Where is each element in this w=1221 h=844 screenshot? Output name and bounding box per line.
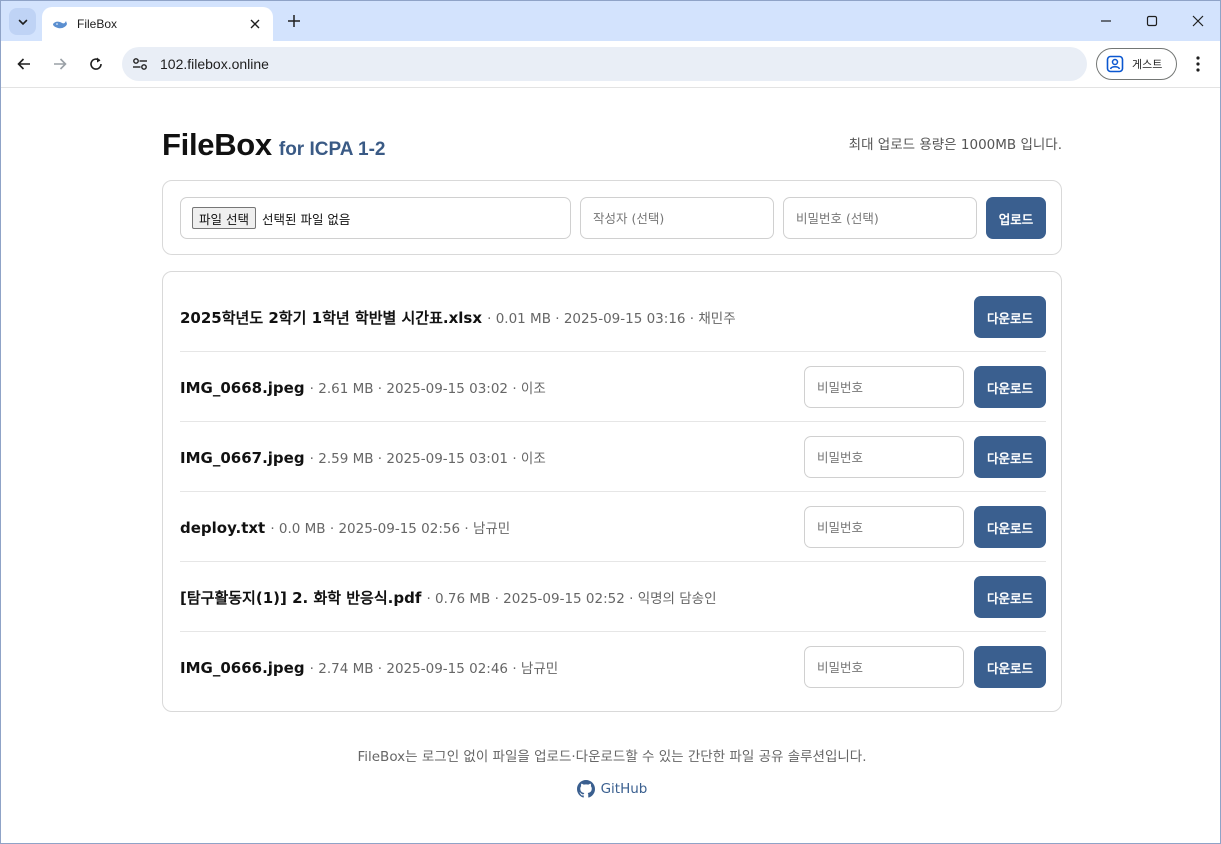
- file-meta: · 0.01 MB · 2025-09-15 03:16 · 채민주: [487, 311, 736, 327]
- file-info: [탐구활동지(1)] 2. 화학 반응식.pdf · 0.76 MB · 202…: [180, 587, 717, 608]
- browser-toolbar: 102.filebox.online 게스트: [1, 41, 1220, 88]
- download-button[interactable]: 다운로드: [974, 646, 1046, 688]
- github-label: GitHub: [600, 781, 648, 797]
- new-tab-icon[interactable]: [283, 10, 305, 32]
- file-password-input[interactable]: [804, 506, 964, 548]
- brand: FileBox for ICPA 1-2: [162, 127, 386, 163]
- download-button[interactable]: 다운로드: [974, 436, 1046, 478]
- upload-password-input[interactable]: [783, 197, 977, 239]
- browser-window: FileBox 102.filebox.online 게스트 FileBox f…: [0, 0, 1221, 844]
- title-bar: FileBox: [1, 1, 1220, 41]
- tab-search-button[interactable]: [9, 8, 36, 35]
- quota-notice: 최대 업로드 용량은 1000MB 입니다.: [848, 137, 1062, 153]
- file-password-input[interactable]: [804, 366, 964, 408]
- file-name: deploy.txt: [180, 519, 266, 537]
- file-row: deploy.txt · 0.0 MB · 2025-09-15 02:56 ·…: [180, 492, 1046, 562]
- file-name: [탐구활동지(1)] 2. 화학 반응식.pdf: [180, 589, 422, 607]
- file-info: IMG_0667.jpeg · 2.59 MB · 2025-09-15 03:…: [180, 447, 546, 467]
- file-name: IMG_0666.jpeg: [180, 659, 305, 677]
- file-picker[interactable]: 파일 선택 선택된 파일 없음: [180, 197, 571, 239]
- reload-icon[interactable]: [81, 49, 111, 79]
- file-row: [탐구활동지(1)] 2. 화학 반응식.pdf · 0.76 MB · 202…: [180, 562, 1046, 632]
- file-meta: · 0.0 MB · 2025-09-15 02:56 · 남규민: [270, 521, 511, 537]
- page-header: FileBox for ICPA 1-2 최대 업로드 용량은 1000MB 입…: [162, 127, 1062, 167]
- site-settings-icon[interactable]: [125, 50, 155, 78]
- minimize-icon[interactable]: [1083, 1, 1129, 41]
- address-bar[interactable]: 102.filebox.online: [122, 47, 1087, 81]
- download-button[interactable]: 다운로드: [974, 576, 1046, 618]
- file-password-input[interactable]: [804, 646, 964, 688]
- choose-file-button[interactable]: 파일 선택: [192, 207, 256, 229]
- download-button[interactable]: 다운로드: [974, 506, 1046, 548]
- guest-profile-icon: [1106, 55, 1124, 73]
- file-meta: · 0.76 MB · 2025-09-15 02:52 · 익명의 담송인: [426, 591, 717, 607]
- page-content: FileBox for ICPA 1-2 최대 업로드 용량은 1000MB 입…: [1, 89, 1220, 843]
- file-name: IMG_0667.jpeg: [180, 449, 305, 467]
- whale-favicon-icon: [52, 17, 68, 31]
- page-subtitle: for ICPA 1-2: [278, 139, 386, 160]
- download-button[interactable]: 다운로드: [974, 366, 1046, 408]
- chevron-down-icon: [18, 19, 27, 25]
- file-list: 2025학년도 2학기 1학년 학반별 시간표.xlsx · 0.01 MB ·…: [162, 271, 1062, 712]
- upload-button[interactable]: 업로드: [986, 197, 1046, 239]
- file-row: 2025학년도 2학기 1학년 학반별 시간표.xlsx · 0.01 MB ·…: [180, 282, 1046, 352]
- maximize-icon[interactable]: [1129, 1, 1175, 41]
- tab-filebox[interactable]: FileBox: [42, 7, 273, 41]
- file-row: IMG_0668.jpeg · 2.61 MB · 2025-09-15 03:…: [180, 352, 1046, 422]
- file-row: IMG_0666.jpeg · 2.74 MB · 2025-09-15 02:…: [180, 632, 1046, 702]
- more-menu-icon[interactable]: [1187, 53, 1209, 75]
- close-window-icon[interactable]: [1175, 1, 1220, 41]
- forward-arrow-icon[interactable]: [45, 49, 75, 79]
- profile-label: 게스트: [1132, 58, 1163, 71]
- close-tab-icon[interactable]: [247, 16, 263, 32]
- file-meta: · 2.59 MB · 2025-09-15 03:01 · 이조: [309, 451, 546, 467]
- page-title: FileBox: [162, 127, 272, 162]
- footer-description: FileBox는 로그인 없이 파일을 업로드·다운로드할 수 있는 간단한 파…: [357, 749, 867, 765]
- url-text: 102.filebox.online: [160, 56, 269, 72]
- file-meta: · 2.61 MB · 2025-09-15 03:02 · 이조: [309, 381, 546, 397]
- file-name: 2025학년도 2학기 1학년 학반별 시간표.xlsx: [180, 309, 483, 327]
- file-info: deploy.txt · 0.0 MB · 2025-09-15 02:56 ·…: [180, 517, 510, 537]
- tab-title: FileBox: [77, 17, 118, 31]
- file-meta: · 2.74 MB · 2025-09-15 02:46 · 남규민: [309, 661, 559, 677]
- file-password-input[interactable]: [804, 436, 964, 478]
- file-row: IMG_0667.jpeg · 2.59 MB · 2025-09-15 03:…: [180, 422, 1046, 492]
- download-button[interactable]: 다운로드: [974, 296, 1046, 338]
- file-info: IMG_0666.jpeg · 2.74 MB · 2025-09-15 02:…: [180, 657, 558, 677]
- author-input[interactable]: [580, 197, 774, 239]
- profile-button[interactable]: 게스트: [1096, 48, 1177, 80]
- github-icon: [576, 780, 595, 798]
- file-info: 2025학년도 2학기 1학년 학반별 시간표.xlsx · 0.01 MB ·…: [180, 307, 736, 328]
- file-name: IMG_0668.jpeg: [180, 379, 305, 397]
- upload-form: 파일 선택 선택된 파일 없음 업로드: [162, 180, 1062, 255]
- github-link[interactable]: GitHub: [162, 780, 1062, 798]
- back-arrow-icon[interactable]: [9, 49, 39, 79]
- no-file-text: 선택된 파일 없음: [261, 211, 351, 227]
- file-info: IMG_0668.jpeg · 2.61 MB · 2025-09-15 03:…: [180, 377, 546, 397]
